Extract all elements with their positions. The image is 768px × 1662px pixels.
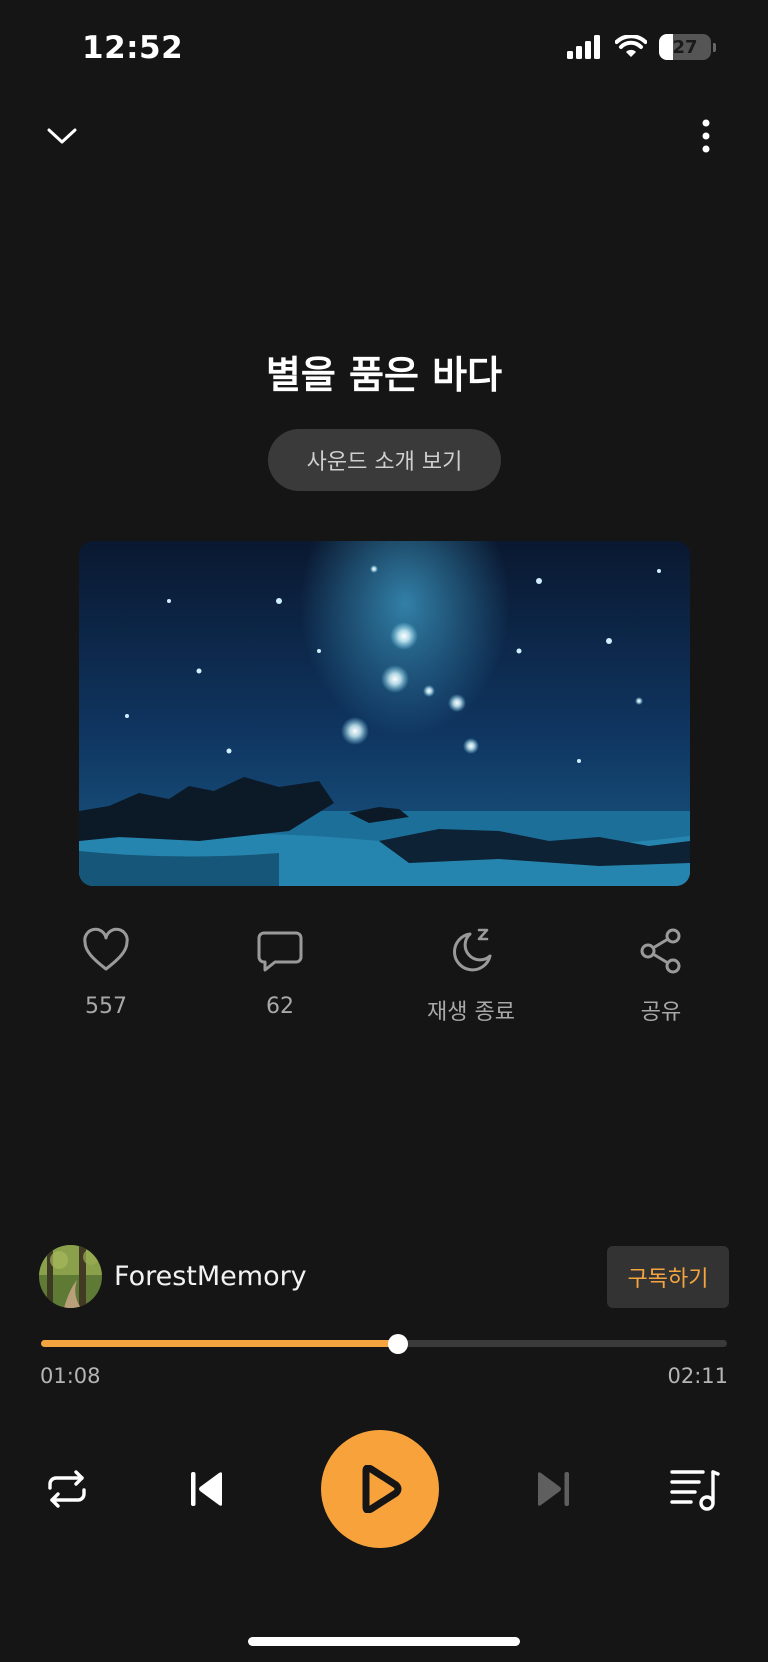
previous-icon	[191, 1472, 222, 1506]
like-button[interactable]: 557	[41, 926, 171, 1019]
heart-icon	[83, 927, 129, 971]
sleep-timer-button[interactable]: 재생 종료	[406, 926, 536, 1026]
avatar[interactable]	[39, 1245, 102, 1308]
cover-image	[79, 541, 690, 886]
repeat-button[interactable]	[42, 1464, 92, 1514]
share-icon	[640, 928, 681, 974]
current-time: 01:08	[40, 1364, 101, 1388]
like-count: 557	[85, 994, 127, 1019]
total-time: 02:11	[667, 1364, 728, 1388]
progress-fill	[41, 1340, 398, 1347]
more-options-button[interactable]	[686, 116, 726, 156]
battery-percent: 27	[672, 36, 698, 58]
repeat-icon	[48, 1470, 86, 1508]
share-button[interactable]: 공유	[596, 926, 726, 1026]
playlist-button[interactable]	[668, 1464, 722, 1514]
track-title: 별을 품은 바다	[265, 353, 503, 397]
playlist-icon	[670, 1470, 720, 1511]
battery-icon: 27	[659, 34, 711, 60]
collapse-button[interactable]	[42, 116, 82, 156]
progress-thumb[interactable]	[387, 1334, 408, 1354]
cellular-signal-icon	[567, 35, 600, 59]
next-button[interactable]	[530, 1466, 576, 1512]
moon-sleep-icon	[453, 928, 492, 972]
status-time: 12:52	[82, 30, 184, 66]
share-label: 공유	[640, 1000, 682, 1025]
comment-button[interactable]: 62	[215, 926, 345, 1019]
play-button[interactable]	[321, 1430, 439, 1548]
next-icon	[538, 1472, 569, 1506]
action-row: 557 62 재생 종료 공유	[0, 926, 768, 1036]
previous-button[interactable]	[184, 1466, 230, 1512]
more-vertical-icon	[702, 119, 710, 153]
chevron-down-icon	[47, 128, 77, 144]
creator-name[interactable]: ForestMemory	[114, 1261, 307, 1292]
comment-count: 62	[266, 994, 294, 1019]
home-indicator[interactable]	[248, 1637, 520, 1646]
creator-info[interactable]: ForestMemory	[39, 1245, 307, 1308]
play-icon	[362, 1465, 402, 1513]
progress-bar[interactable]	[41, 1334, 727, 1354]
comment-icon	[257, 931, 303, 972]
status-icons: 27	[567, 34, 716, 60]
sound-intro-button[interactable]: 사운드 소개 보기	[268, 429, 501, 491]
wifi-icon	[615, 35, 647, 57]
sleep-timer-label: 재생 종료	[427, 1000, 515, 1025]
subscribe-button[interactable]: 구독하기	[607, 1246, 729, 1308]
